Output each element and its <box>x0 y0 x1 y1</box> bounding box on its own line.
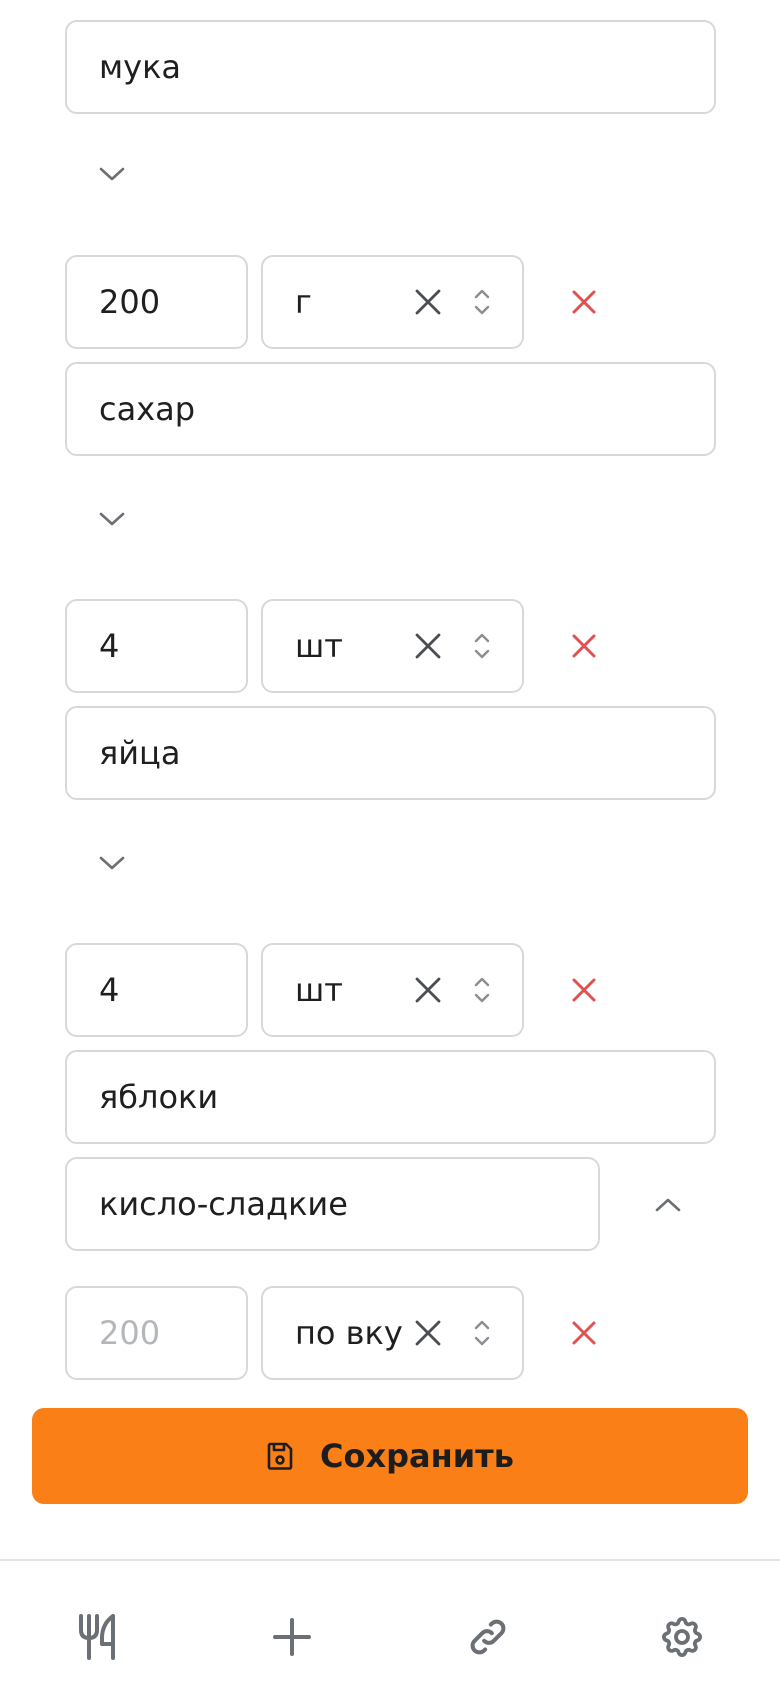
chevron-up-down-icon <box>474 1320 490 1346</box>
remove-ingredient-icon[interactable] <box>571 977 597 1003</box>
amount-placeholder: 200 <box>99 1314 161 1352</box>
chevron-up-down-icon <box>474 977 490 1003</box>
chevron-down-icon[interactable] <box>98 510 126 528</box>
ingredient-name-value: мука <box>99 48 182 86</box>
unit-select[interactable]: шт <box>261 599 524 693</box>
ingredient-name-value: яблоки <box>99 1078 219 1116</box>
bottom-navigation <box>0 1559 780 1690</box>
floppy-disk-icon <box>267 1442 293 1470</box>
unit-value: шт <box>295 971 343 1009</box>
amount-input[interactable]: 4 <box>65 599 248 693</box>
nav-link[interactable] <box>460 1609 516 1665</box>
save-button-label: Сохранить <box>320 1437 514 1475</box>
ingredient-name-input[interactable]: яблоки <box>65 1050 716 1144</box>
chevron-up-down-icon <box>474 633 490 659</box>
clear-unit-icon[interactable] <box>413 287 443 317</box>
amount-value: 4 <box>99 971 120 1009</box>
amount-value: 4 <box>99 627 120 665</box>
clear-unit-icon[interactable] <box>413 631 443 661</box>
unit-select[interactable]: шт <box>261 943 524 1037</box>
unit-value: г <box>295 283 312 321</box>
amount-value: 200 <box>99 283 161 321</box>
remove-ingredient-icon[interactable] <box>571 1320 597 1346</box>
unit-select[interactable]: г <box>261 255 524 349</box>
nav-add[interactable] <box>264 1609 320 1665</box>
chevron-down-icon[interactable] <box>98 854 126 872</box>
ingredient-note-input[interactable]: кисло-сладкие <box>65 1157 600 1251</box>
save-button[interactable]: Сохранить <box>32 1408 748 1504</box>
chevron-up-down-icon <box>474 289 490 315</box>
nav-recipes[interactable] <box>70 1609 126 1665</box>
ingredient-name-value: сахар <box>99 390 196 428</box>
nav-settings[interactable] <box>654 1609 710 1665</box>
fork-knife-icon <box>79 1614 115 1660</box>
gear-icon <box>662 1617 702 1657</box>
unit-value: шт <box>295 627 343 665</box>
link-icon <box>470 1619 506 1655</box>
remove-ingredient-icon[interactable] <box>571 633 597 659</box>
amount-input[interactable]: 4 <box>65 943 248 1037</box>
unit-value: по вкусу <box>295 1314 403 1352</box>
clear-unit-icon[interactable] <box>413 1318 443 1348</box>
ingredient-name-input[interactable]: яйца <box>65 706 716 800</box>
ingredient-note-value: кисло-сладкие <box>99 1185 348 1223</box>
remove-ingredient-icon[interactable] <box>571 289 597 315</box>
unit-select[interactable]: по вкусу <box>261 1286 524 1380</box>
ingredient-name-input[interactable]: сахар <box>65 362 716 456</box>
clear-unit-icon[interactable] <box>413 975 443 1005</box>
amount-input[interactable]: 200 <box>65 255 248 349</box>
amount-input[interactable]: 200 <box>65 1286 248 1380</box>
chevron-up-icon[interactable] <box>654 1196 682 1214</box>
ingredient-name-value: яйца <box>99 734 181 772</box>
plus-icon <box>273 1618 311 1656</box>
ingredient-name-input[interactable]: мука <box>65 20 716 114</box>
chevron-down-icon[interactable] <box>98 165 126 183</box>
